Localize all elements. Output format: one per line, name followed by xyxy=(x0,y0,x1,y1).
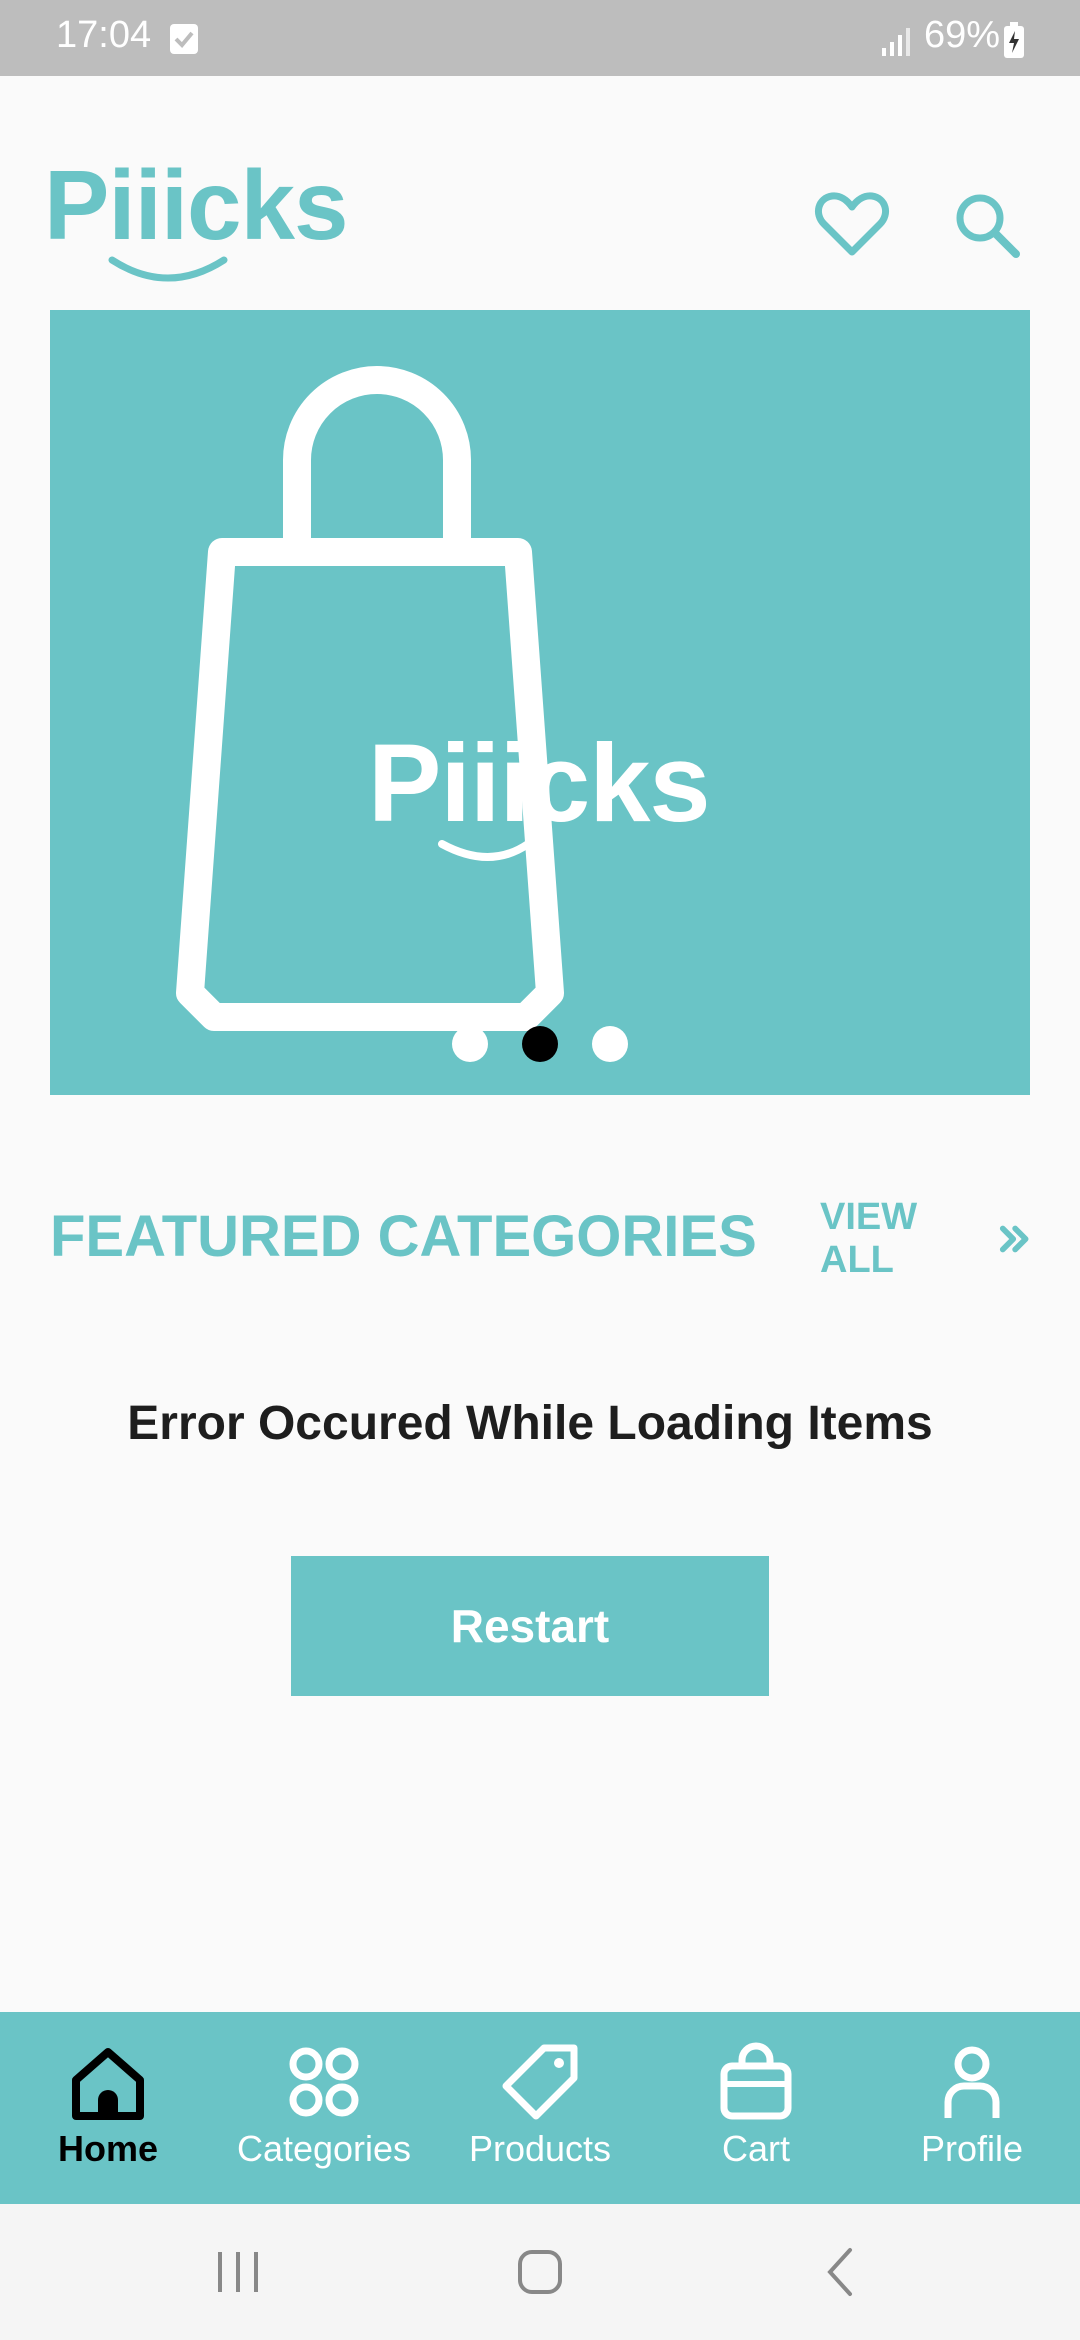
view-all-link[interactable]: VIEW ALL xyxy=(820,1196,1030,1281)
battery-charging-icon xyxy=(1004,22,1024,58)
shopping-bag-icon xyxy=(720,2042,792,2120)
profile-icon xyxy=(944,2046,1000,2118)
home-button-icon[interactable] xyxy=(508,2240,572,2304)
search-icon[interactable] xyxy=(948,186,1028,266)
nav-label-home: Home xyxy=(57,2128,159,2169)
logo-text: Piiicks xyxy=(44,150,349,260)
view-all-label: VIEW ALL xyxy=(820,1196,918,1281)
nav-item-cart[interactable]: Cart xyxy=(648,2012,864,2204)
status-time: 17:04 xyxy=(56,14,152,56)
shopping-bag-illustration xyxy=(176,366,564,1031)
nav-item-products[interactable]: Products xyxy=(432,2012,648,2204)
battery-percentage: 69% xyxy=(924,14,1001,56)
carousel-dot[interactable] xyxy=(452,1026,488,1062)
system-navigation-bar xyxy=(0,2204,1080,2340)
back-icon[interactable] xyxy=(810,2240,874,2304)
error-message: Error Occured While Loading Items xyxy=(127,1397,933,1450)
bottom-navigation: Home Categories Products Cart Profile xyxy=(0,2012,1080,2204)
nav-label-cart: Cart xyxy=(721,2128,790,2169)
status-bar: 17:04 69% xyxy=(0,0,1080,76)
nav-label-products: Products xyxy=(468,2128,612,2169)
brand-logo: Piiicks xyxy=(44,150,364,290)
nav-item-categories[interactable]: Categories xyxy=(216,2012,432,2204)
restart-label: Restart xyxy=(450,1600,610,1652)
carousel-dot-active[interactable] xyxy=(522,1026,558,1062)
featured-categories-title: FEATURED CATEGORIES xyxy=(50,1204,757,1269)
heart-icon[interactable] xyxy=(812,186,892,266)
carousel-indicator xyxy=(50,1026,1030,1066)
categories-icon xyxy=(289,2047,359,2117)
nav-label-categories: Categories xyxy=(236,2128,412,2169)
home-icon xyxy=(72,2048,144,2120)
banner-logo-text: Piiicks xyxy=(368,722,711,845)
nav-item-profile[interactable]: Profile xyxy=(864,2012,1080,2204)
double-chevron-right-icon xyxy=(999,1225,1029,1253)
signal-icon xyxy=(882,28,910,56)
check-notification-icon xyxy=(170,24,198,54)
carousel-dot[interactable] xyxy=(592,1026,628,1062)
recent-apps-icon[interactable] xyxy=(206,2240,270,2304)
nav-label-profile: Profile xyxy=(920,2128,1024,2169)
tag-icon xyxy=(502,2044,578,2120)
promo-banner[interactable]: Piiicks xyxy=(50,310,1030,1095)
nav-item-home[interactable]: Home xyxy=(0,2012,216,2204)
restart-button[interactable]: Restart xyxy=(291,1556,769,1696)
logo-smile-icon xyxy=(108,256,228,282)
